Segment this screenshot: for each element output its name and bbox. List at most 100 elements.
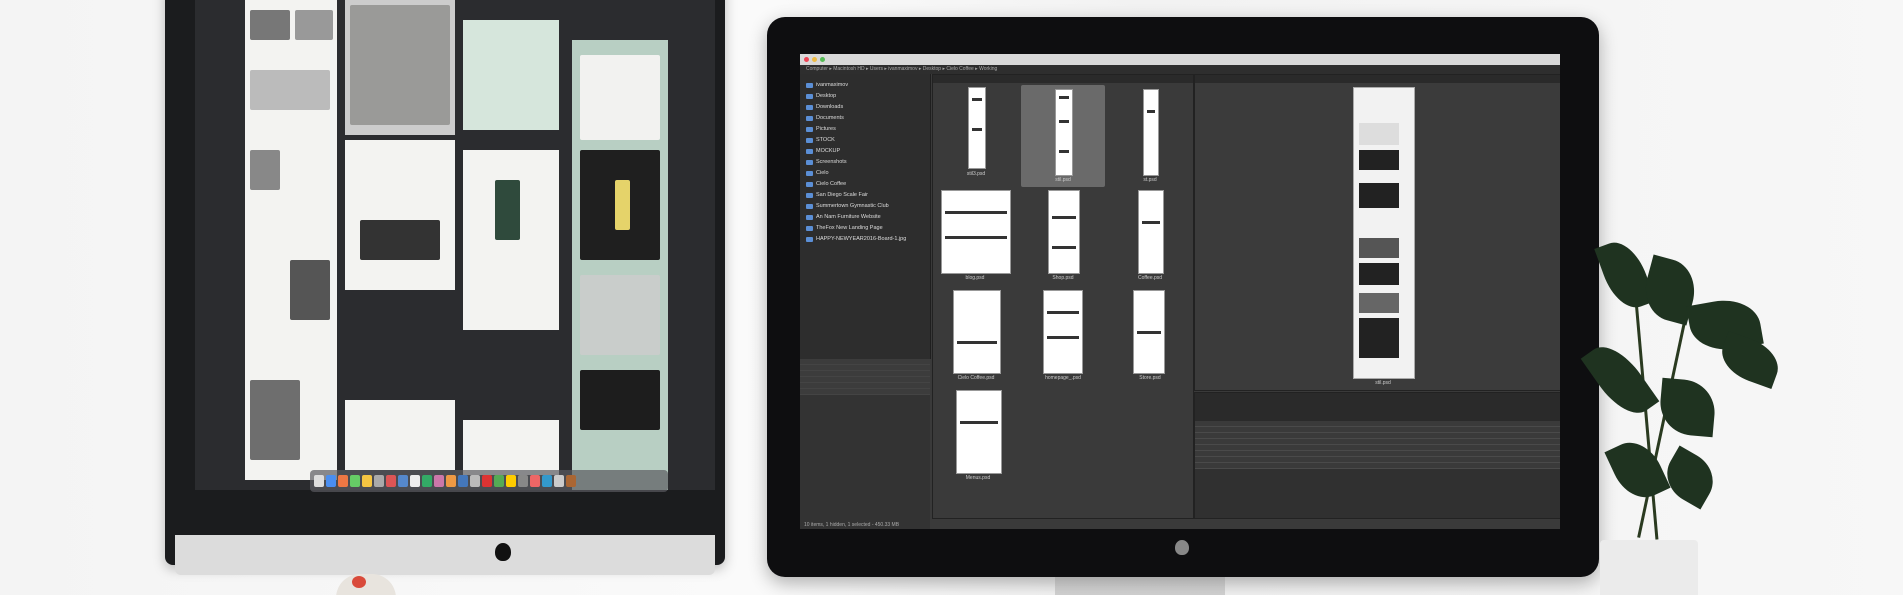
folder-label: Pictures bbox=[816, 126, 836, 132]
coffee-photo-thumbnail bbox=[350, 5, 450, 125]
preview-image bbox=[1353, 87, 1415, 379]
folder-item[interactable]: Pictures bbox=[800, 124, 930, 135]
dock-app-icon[interactable] bbox=[446, 475, 456, 487]
file-thumbnail[interactable] bbox=[953, 290, 1001, 374]
plant-leaf bbox=[1657, 445, 1723, 510]
file-thumbnail[interactable] bbox=[968, 87, 986, 169]
folder-icon bbox=[806, 149, 813, 154]
dock-app-icon[interactable] bbox=[386, 475, 396, 487]
folder-label: Downloads bbox=[816, 104, 844, 110]
preview-header bbox=[1195, 75, 1560, 83]
layout-thumbnail bbox=[580, 275, 660, 355]
dock-app-icon[interactable] bbox=[362, 475, 372, 487]
dock-app-icon[interactable] bbox=[494, 475, 504, 487]
minimize-icon[interactable] bbox=[812, 57, 817, 62]
folder-icon bbox=[806, 116, 813, 121]
folder-item[interactable]: Desktop bbox=[800, 91, 930, 102]
dock-app-icon[interactable] bbox=[434, 475, 444, 487]
file-thumbnail[interactable] bbox=[1133, 290, 1165, 374]
dock-app-icon[interactable] bbox=[398, 475, 408, 487]
folder-item[interactable]: Documents bbox=[800, 113, 930, 124]
desk-scene: Computer ▸ Macintosh HD ▸ Users ▸ ivanma… bbox=[0, 0, 1903, 595]
file-thumbnail[interactable] bbox=[1043, 290, 1083, 374]
folder-item[interactable]: TheFox New Landing Page bbox=[800, 223, 930, 234]
dock-app-icon[interactable] bbox=[338, 475, 348, 487]
dock-app-icon[interactable] bbox=[506, 475, 516, 487]
status-bar: 10 items, 1 hidden, 1 selected - 450.33 … bbox=[804, 522, 900, 528]
folder-label: TheFox New Landing Page bbox=[816, 225, 883, 231]
folder-item[interactable]: HAPPY-NEWYEAR2016-Board-1.jpg bbox=[800, 234, 930, 245]
dock-app-icon[interactable] bbox=[542, 475, 552, 487]
folder-label: Cielo Coffee bbox=[816, 181, 847, 187]
folder-item[interactable]: MOCKUP bbox=[800, 146, 930, 157]
close-icon[interactable] bbox=[804, 57, 809, 62]
dock[interactable] bbox=[310, 470, 668, 492]
folder-icon bbox=[806, 138, 813, 143]
file-label: Coffee.psd bbox=[1137, 275, 1163, 281]
dock-app-icon[interactable] bbox=[410, 475, 420, 487]
folder-icon bbox=[806, 105, 813, 110]
preview-panel: stil.psd bbox=[1194, 74, 1560, 391]
plant-leaf bbox=[1594, 235, 1656, 315]
folder-item[interactable]: Screenshots bbox=[800, 157, 930, 168]
folder-label: Documents bbox=[816, 115, 844, 121]
folder-item[interactable]: STOCK bbox=[800, 135, 930, 146]
left-monitor bbox=[165, 0, 725, 575]
file-thumbnail[interactable] bbox=[1048, 190, 1080, 274]
dock-app-icon[interactable] bbox=[326, 475, 336, 487]
file-label: Shop.psd bbox=[1052, 275, 1074, 281]
folder-icon bbox=[806, 127, 813, 132]
dock-app-icon[interactable] bbox=[374, 475, 384, 487]
folder-item[interactable]: San Diego Scale Fair bbox=[800, 190, 930, 201]
folder-label: ivanmaximov bbox=[816, 82, 849, 88]
folder-icon bbox=[806, 171, 813, 176]
plant-leaf bbox=[1714, 330, 1786, 390]
dock-app-icon[interactable] bbox=[482, 475, 492, 487]
file-thumbnail[interactable] bbox=[956, 390, 1002, 474]
collections-panel bbox=[800, 359, 930, 529]
file-thumbnail[interactable] bbox=[1055, 89, 1073, 176]
folder-icon bbox=[806, 182, 813, 187]
folder-item[interactable]: An Nam Furniture Website bbox=[800, 212, 930, 223]
metadata-row[interactable] bbox=[1195, 463, 1560, 469]
left-screen bbox=[195, 0, 715, 490]
zoom-icon[interactable] bbox=[820, 57, 825, 62]
path-bar[interactable]: Computer ▸ Macintosh HD ▸ Users ▸ ivanma… bbox=[800, 65, 1560, 74]
dock-app-icon[interactable] bbox=[530, 475, 540, 487]
file-thumbnail[interactable] bbox=[1138, 190, 1164, 274]
dock-app-icon[interactable] bbox=[314, 475, 324, 487]
folder-label: Cielo bbox=[816, 170, 829, 176]
dock-app-icon[interactable] bbox=[518, 475, 528, 487]
dock-app-icon[interactable] bbox=[422, 475, 432, 487]
dock-app-icon[interactable] bbox=[458, 475, 468, 487]
layout-thumbnail bbox=[250, 380, 300, 460]
plant-pot bbox=[1600, 540, 1698, 595]
dock-app-icon[interactable] bbox=[566, 475, 576, 487]
window-titlebar bbox=[800, 54, 1560, 65]
folder-item[interactable]: Cielo Coffee bbox=[800, 179, 930, 190]
bottle-thumbnail bbox=[615, 180, 630, 230]
dock-app-icon[interactable] bbox=[350, 475, 360, 487]
file-label: st.psd bbox=[1143, 177, 1157, 183]
folder-item[interactable]: Cielo bbox=[800, 168, 930, 179]
preview-block bbox=[1359, 318, 1399, 358]
file-thumbnail[interactable] bbox=[941, 190, 1011, 274]
desk-toy-accent bbox=[352, 576, 366, 588]
folder-label: HAPPY-NEWYEAR2016-Board-1.jpg bbox=[816, 236, 907, 242]
folder-item[interactable]: ivanmaximov bbox=[800, 80, 930, 91]
file-thumbnail[interactable] bbox=[1143, 89, 1159, 176]
right-monitor: Computer ▸ Macintosh HD ▸ Users ▸ ivanma… bbox=[767, 17, 1599, 577]
layout-thumbnail bbox=[580, 370, 660, 430]
dock-app-icon[interactable] bbox=[554, 475, 564, 487]
layout-thumbnail bbox=[250, 70, 330, 110]
right-screen: Computer ▸ Macintosh HD ▸ Users ▸ ivanma… bbox=[800, 54, 1560, 529]
collection-row[interactable] bbox=[800, 389, 930, 395]
preview-block bbox=[1359, 183, 1399, 208]
folder-item[interactable]: Summertown Gymnastic Club bbox=[800, 201, 930, 212]
layout-column bbox=[345, 400, 455, 470]
layout-thumbnail bbox=[360, 220, 440, 260]
dock-app-icon[interactable] bbox=[470, 475, 480, 487]
folder-item[interactable]: Downloads bbox=[800, 102, 930, 113]
cup-thumbnail bbox=[495, 180, 520, 240]
preview-label: stil.psd bbox=[1375, 380, 1391, 386]
